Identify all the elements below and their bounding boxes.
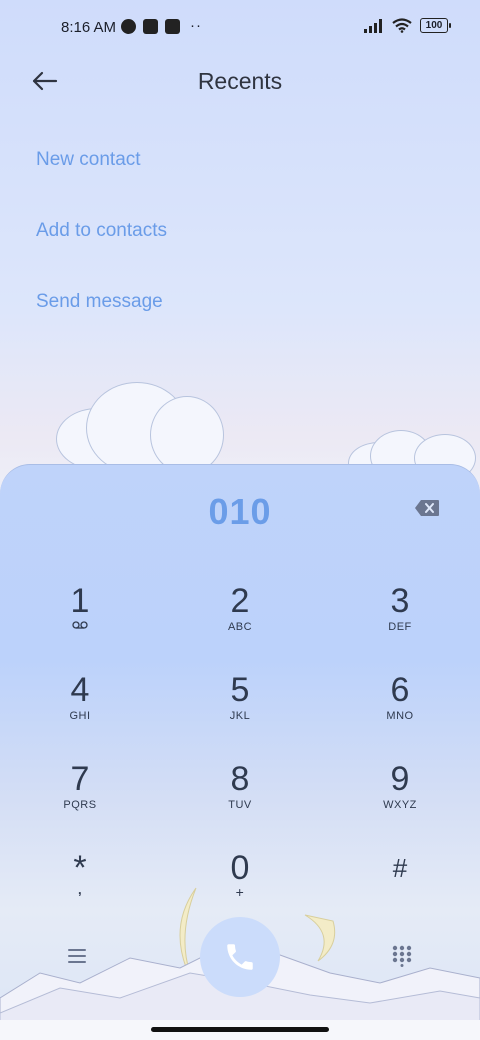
dialer-panel: 010 1 2 ABC 3 DEF 4 GHI 5 JKL 6 MNO 7 PQ… [0, 464, 480, 1021]
key-letters: WXYZ [383, 799, 417, 811]
key-letters: PQRS [63, 799, 97, 811]
dial-key-1[interactable]: 1 [20, 583, 140, 663]
key-digit: 4 [70, 671, 90, 709]
page-title: Recents [197, 68, 283, 94]
dial-key-3[interactable]: 3 DEF [340, 583, 460, 663]
dial-key-9[interactable]: 9 WXYZ [340, 761, 460, 841]
call-button[interactable] [200, 917, 280, 997]
key-letters: MNO [386, 710, 414, 722]
send-message-link[interactable]: Send message [36, 291, 163, 313]
dial-key-4[interactable]: 4 GHI [20, 672, 140, 752]
battery-icon: 100 [420, 18, 451, 33]
key-letters: ABC [227, 621, 253, 633]
phone-icon [227, 944, 253, 970]
key-letters: DEF [388, 621, 412, 633]
voicemail-icon [72, 621, 88, 629]
wifi-icon [392, 18, 412, 33]
signal-icon [364, 18, 382, 33]
key-digit: 6 [390, 671, 410, 709]
key-digit: 2 [230, 582, 250, 620]
more-notifications-icon: ·· [190, 17, 202, 34]
dial-key-7[interactable]: 7 PQRS [20, 761, 140, 841]
key-letters: JKL [229, 710, 251, 722]
key-digit: 5 [230, 671, 250, 709]
dial-key-6[interactable]: 6 MNO [340, 672, 460, 752]
app-notification-icon [121, 19, 136, 34]
key-digit: 7 [70, 760, 90, 798]
dial-key-8[interactable]: 8 TUV [180, 761, 300, 841]
gallery-notification-icon [143, 19, 158, 34]
key-letters: GHI [69, 710, 91, 722]
dialpad-icon[interactable] [392, 945, 412, 967]
key-letters: TUV [228, 799, 252, 811]
add-to-contacts-link[interactable]: Add to contacts [36, 220, 167, 242]
new-contact-link[interactable]: New contact [36, 149, 141, 171]
status-bar: 8:16 AM ·· 100 [0, 0, 480, 56]
backspace-icon[interactable] [414, 499, 440, 517]
upload-notification-icon [165, 19, 180, 34]
menu-icon[interactable] [66, 947, 88, 965]
dial-key-2[interactable]: 2 ABC [180, 583, 300, 663]
key-digit: 1 [70, 582, 90, 620]
dial-key-5[interactable]: 5 JKL [180, 672, 300, 752]
home-indicator[interactable] [151, 1027, 329, 1032]
dialed-number: 010 [208, 491, 272, 532]
key-digit: 9 [390, 760, 410, 798]
key-digit: 8 [230, 760, 250, 798]
status-time: 8:16 AM [61, 19, 117, 36]
key-digit: 3 [390, 582, 410, 620]
